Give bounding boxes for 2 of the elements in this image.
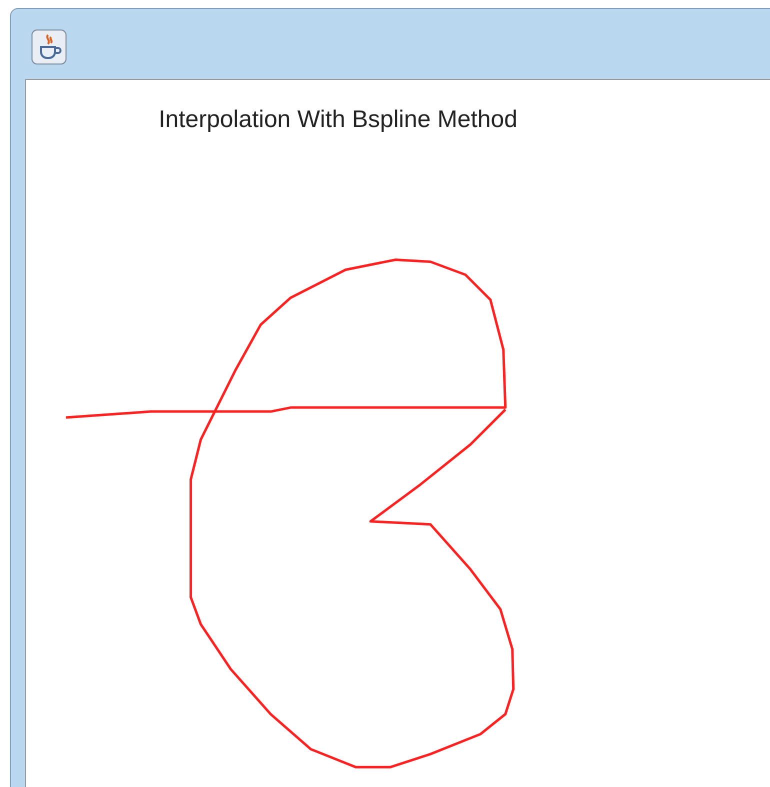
chart-title: Interpolation With Bspline Method	[158, 106, 518, 134]
cup-icon[interactable]	[31, 29, 67, 65]
